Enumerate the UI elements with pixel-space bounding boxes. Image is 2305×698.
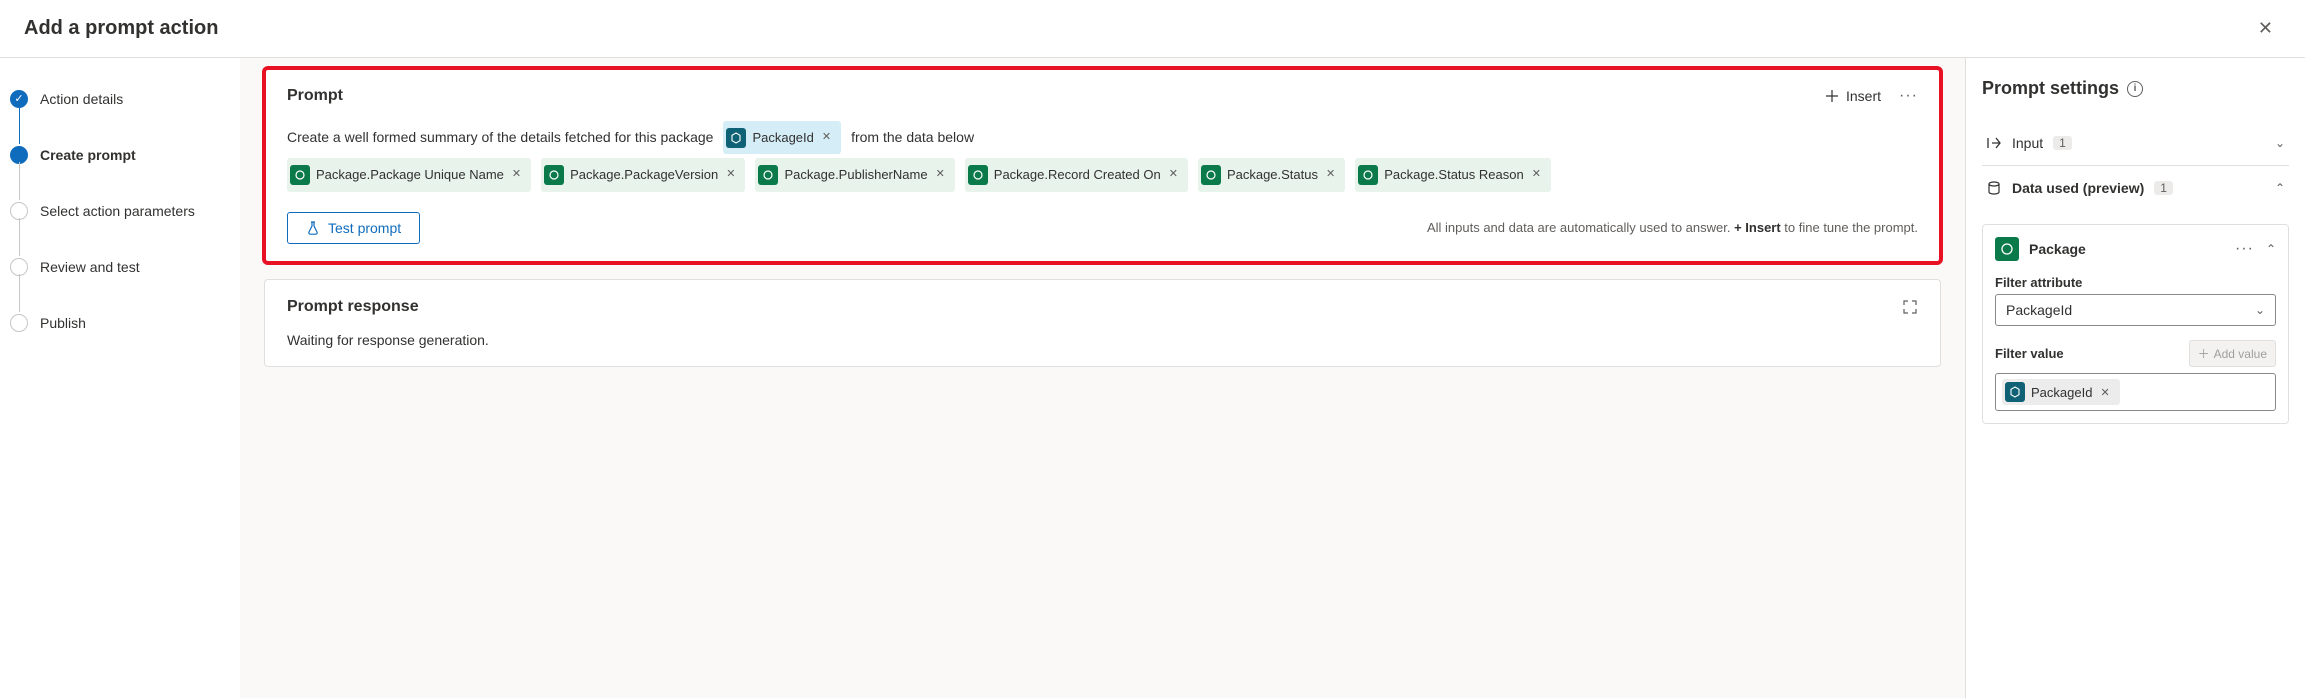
input-icon: [1986, 135, 2002, 151]
beaker-icon: [306, 221, 320, 235]
table-icon: [968, 165, 988, 185]
step-publish[interactable]: Publish: [10, 308, 230, 338]
table-icon: [544, 165, 564, 185]
prompt-card: Prompt Insert ··· Create a well formed s…: [264, 68, 1941, 263]
filter-attribute-select[interactable]: PackageId ⌄: [1995, 294, 2276, 326]
right-panel-title: Prompt settings i: [1982, 78, 2289, 99]
input-count-badge: 1: [2053, 136, 2072, 150]
step-action-details[interactable]: ✓ Action details: [10, 84, 230, 114]
data-table-name: Package: [2029, 241, 2086, 257]
remove-chip-icon[interactable]: ✕: [2098, 386, 2111, 399]
input-chip-packageid[interactable]: PackageId ✕: [723, 121, 841, 154]
plus-icon: [1824, 88, 1840, 104]
data-chip[interactable]: Package.Status✕: [1198, 158, 1345, 191]
table-icon: [1358, 165, 1378, 185]
input-accordion[interactable]: Input 1 ⌄: [1982, 121, 2289, 166]
chevron-down-icon: ⌄: [2255, 303, 2265, 317]
database-icon: [1986, 180, 2002, 196]
data-count-badge: 1: [2154, 181, 2173, 195]
filter-value-input[interactable]: PackageId ✕: [1995, 373, 2276, 411]
filter-value-label: Filter value: [1995, 346, 2064, 361]
more-icon[interactable]: ···: [1899, 87, 1918, 105]
chevron-up-icon[interactable]: ⌃: [2266, 242, 2276, 256]
data-chip[interactable]: Package.PackageVersion✕: [541, 158, 745, 191]
prompt-editor[interactable]: Create a well formed summary of the deta…: [287, 121, 1918, 154]
prompt-chips-row: Package.Package Unique Name✕ Package.Pac…: [287, 158, 1918, 191]
prompt-card-title: Prompt: [287, 87, 343, 105]
header: Add a prompt action ✕: [0, 0, 2305, 58]
response-body: Waiting for response generation.: [287, 332, 1918, 348]
remove-chip-icon[interactable]: ✕: [1530, 163, 1543, 186]
remove-chip-icon[interactable]: ✕: [934, 163, 947, 186]
data-table-card: Package ··· ⌃ Filter attribute PackageId…: [1982, 224, 2289, 424]
data-chip[interactable]: Package.PublisherName✕: [755, 158, 954, 191]
data-chip[interactable]: Package.Record Created On✕: [965, 158, 1188, 191]
prompt-hint: All inputs and data are automatically us…: [1427, 220, 1918, 235]
remove-chip-icon[interactable]: ✕: [1167, 163, 1180, 186]
step-dot-icon: [10, 314, 28, 332]
table-icon: [290, 165, 310, 185]
remove-chip-icon[interactable]: ✕: [510, 163, 523, 186]
page-title: Add a prompt action: [24, 17, 218, 40]
remove-chip-icon[interactable]: ✕: [1324, 163, 1337, 186]
filter-value-chip[interactable]: PackageId ✕: [2002, 379, 2120, 405]
remove-chip-icon[interactable]: ✕: [724, 163, 737, 186]
input-icon: [2005, 382, 2025, 402]
step-create-prompt[interactable]: Create prompt: [10, 140, 230, 170]
table-icon: [758, 165, 778, 185]
add-value-button[interactable]: ＋ Add value: [2189, 340, 2276, 367]
response-card-title: Prompt response: [287, 298, 419, 316]
info-icon[interactable]: i: [2127, 81, 2143, 97]
data-chip[interactable]: Package.Package Unique Name✕: [287, 158, 531, 191]
chevron-down-icon: ⌄: [2275, 136, 2285, 150]
step-select-params[interactable]: Select action parameters: [10, 196, 230, 226]
main-column: Prompt Insert ··· Create a well formed s…: [240, 58, 1965, 698]
right-panel: Prompt settings i Input 1 ⌄ Data used (p…: [1965, 58, 2305, 698]
plus-icon: ＋: [2198, 345, 2210, 362]
filter-attribute-label: Filter attribute: [1995, 275, 2276, 290]
expand-icon[interactable]: [1902, 299, 1918, 315]
close-icon[interactable]: ✕: [2250, 14, 2281, 43]
stepper: ✓ Action details Create prompt Select ac…: [0, 58, 240, 698]
data-chip[interactable]: Package.Status Reason✕: [1355, 158, 1551, 191]
step-review-test[interactable]: Review and test: [10, 252, 230, 282]
test-prompt-button[interactable]: Test prompt: [287, 212, 420, 244]
data-used-accordion[interactable]: Data used (preview) 1 ⌃: [1982, 166, 2289, 210]
chevron-up-icon: ⌃: [2275, 181, 2285, 195]
table-icon: [1201, 165, 1221, 185]
table-icon: [1995, 237, 2019, 261]
insert-button[interactable]: Insert: [1824, 88, 1881, 104]
remove-chip-icon[interactable]: ✕: [820, 126, 833, 149]
more-icon[interactable]: ···: [2235, 240, 2254, 258]
response-card: Prompt response Waiting for response gen…: [264, 279, 1941, 367]
input-icon: [726, 128, 746, 148]
